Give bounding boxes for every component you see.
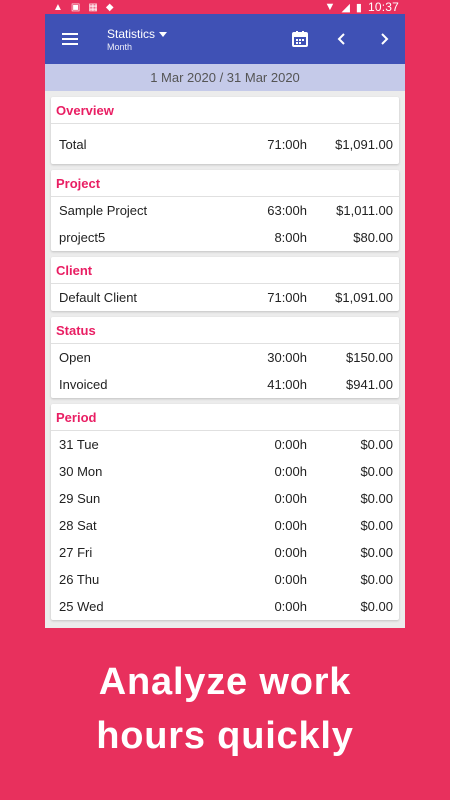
section-title: Period bbox=[51, 404, 399, 431]
battery-icon: ▮ bbox=[355, 1, 362, 14]
client-card: Client Default Client 71:00h $1,091.00 bbox=[51, 257, 399, 311]
page-title: Statistics bbox=[107, 26, 156, 41]
clock: 10:37 bbox=[367, 0, 399, 14]
row-hours: 0:00h bbox=[274, 437, 307, 452]
status-card: Status Open 30:00h $150.00 Invoiced 41:0… bbox=[51, 317, 399, 398]
caret-down-icon bbox=[159, 32, 168, 37]
row-label: 31 Tue bbox=[59, 437, 99, 452]
statistics-list: Overview Total 71:00h $1,091.00 Project … bbox=[45, 91, 405, 620]
row-amount: $941.00 bbox=[346, 377, 393, 392]
row-hours: 0:00h bbox=[274, 518, 307, 533]
row-amount: $1,091.00 bbox=[335, 136, 393, 152]
row-hours: 0:00h bbox=[274, 572, 307, 587]
status-bar: ▲ ▣ ▦ ◆ ▼ ◢ ▮ 10:37 bbox=[45, 0, 405, 14]
caption-line-2: hours quickly bbox=[96, 715, 354, 757]
row-hours: 63:00h bbox=[267, 203, 307, 218]
row-hours: 71:00h bbox=[267, 290, 307, 305]
row-amount: $0.00 bbox=[360, 491, 393, 506]
view-selector[interactable]: Statistics Month bbox=[107, 26, 168, 52]
project-card: Project Sample Project 63:00h $1,011.00 … bbox=[51, 170, 399, 251]
row-amount: $0.00 bbox=[360, 545, 393, 560]
row-hours: 8:00h bbox=[274, 230, 307, 245]
row-hours: 0:00h bbox=[274, 599, 307, 614]
section-title: Overview bbox=[51, 97, 399, 124]
row-amount: $0.00 bbox=[360, 599, 393, 614]
row-label: 27 Fri bbox=[59, 545, 93, 560]
chevron-left-icon[interactable] bbox=[321, 14, 363, 64]
photo-icon: ▦ bbox=[88, 1, 98, 13]
table-row[interactable]: 28 Sat 0:00h $0.00 bbox=[51, 512, 399, 539]
table-row[interactable]: Total 71:00h $1,091.00 bbox=[51, 124, 399, 164]
table-row[interactable]: Default Client 71:00h $1,091.00 bbox=[51, 284, 399, 311]
table-row[interactable]: Invoiced 41:00h $941.00 bbox=[51, 371, 399, 398]
row-label: 28 Sat bbox=[59, 518, 97, 533]
image-icon: ▣ bbox=[70, 1, 81, 13]
period-card: Period 31 Tue 0:00h $0.00 30 Mon 0:00h $… bbox=[51, 404, 399, 620]
section-title: Project bbox=[51, 170, 399, 197]
row-label: 25 Wed bbox=[59, 599, 104, 614]
row-label: project5 bbox=[59, 230, 106, 245]
promo-caption: Analyze work hours quickly bbox=[0, 655, 450, 763]
row-label: 26 Thu bbox=[59, 572, 100, 587]
signal-icon: ◢ bbox=[341, 1, 350, 14]
menu-icon[interactable] bbox=[45, 14, 95, 64]
app-screen: Statistics Month 1 Mar 2020 / 31 Mar 202… bbox=[45, 14, 405, 628]
row-label: 30 Mon bbox=[59, 464, 103, 479]
row-hours: 0:00h bbox=[274, 464, 307, 479]
row-hours: 0:00h bbox=[274, 545, 307, 560]
row-amount: $0.00 bbox=[360, 572, 393, 587]
row-label: Sample Project bbox=[59, 203, 148, 218]
calendar-icon[interactable] bbox=[279, 14, 321, 64]
row-amount: $1,091.00 bbox=[335, 290, 393, 305]
row-hours: 41:00h bbox=[267, 377, 307, 392]
table-row[interactable]: 26 Thu 0:00h $0.00 bbox=[51, 566, 399, 593]
warning-icon: ▲ bbox=[53, 1, 63, 13]
row-amount: $150.00 bbox=[346, 350, 393, 365]
row-label: Default Client bbox=[59, 290, 138, 305]
chevron-right-icon[interactable] bbox=[363, 14, 405, 64]
app-icon: ◆ bbox=[105, 1, 114, 13]
wifi-icon: ▼ bbox=[324, 1, 336, 13]
row-hours: 71:00h bbox=[267, 136, 307, 152]
row-amount: $1,011.00 bbox=[336, 203, 393, 218]
app-bar: Statistics Month bbox=[45, 14, 405, 64]
row-amount: $0.00 bbox=[360, 437, 393, 452]
table-row[interactable]: Sample Project 63:00h $1,011.00 bbox=[51, 197, 399, 224]
caption-line-1: Analyze work bbox=[98, 661, 352, 703]
row-amount: $0.00 bbox=[360, 518, 393, 533]
table-row[interactable]: 29 Sun 0:00h $0.00 bbox=[51, 485, 399, 512]
table-row[interactable]: 25 Wed 0:00h $0.00 bbox=[51, 593, 399, 620]
section-title: Status bbox=[51, 317, 399, 344]
row-label: Open bbox=[59, 350, 91, 365]
row-amount: $0.00 bbox=[360, 464, 393, 479]
overview-card: Overview Total 71:00h $1,091.00 bbox=[51, 97, 399, 164]
row-label: Invoiced bbox=[59, 377, 108, 392]
date-range: 1 Mar 2020 / 31 Mar 2020 bbox=[45, 64, 405, 91]
row-hours: 30:00h bbox=[267, 350, 307, 365]
page-subtitle: Month bbox=[107, 41, 133, 52]
row-hours: 0:00h bbox=[274, 491, 307, 506]
table-row[interactable]: Open 30:00h $150.00 bbox=[51, 344, 399, 371]
system-icons: ▼ ◢ ▮ 10:37 bbox=[325, 0, 399, 14]
row-label: 29 Sun bbox=[59, 491, 101, 506]
table-row[interactable]: 31 Tue 0:00h $0.00 bbox=[51, 431, 399, 458]
section-title: Client bbox=[51, 257, 399, 284]
table-row[interactable]: project5 8:00h $80.00 bbox=[51, 224, 399, 251]
row-label: Total bbox=[59, 136, 87, 152]
table-row[interactable]: 30 Mon 0:00h $0.00 bbox=[51, 458, 399, 485]
notification-icons: ▲ ▣ ▦ ◆ bbox=[53, 2, 114, 13]
row-amount: $80.00 bbox=[353, 230, 393, 245]
table-row[interactable]: 27 Fri 0:00h $0.00 bbox=[51, 539, 399, 566]
